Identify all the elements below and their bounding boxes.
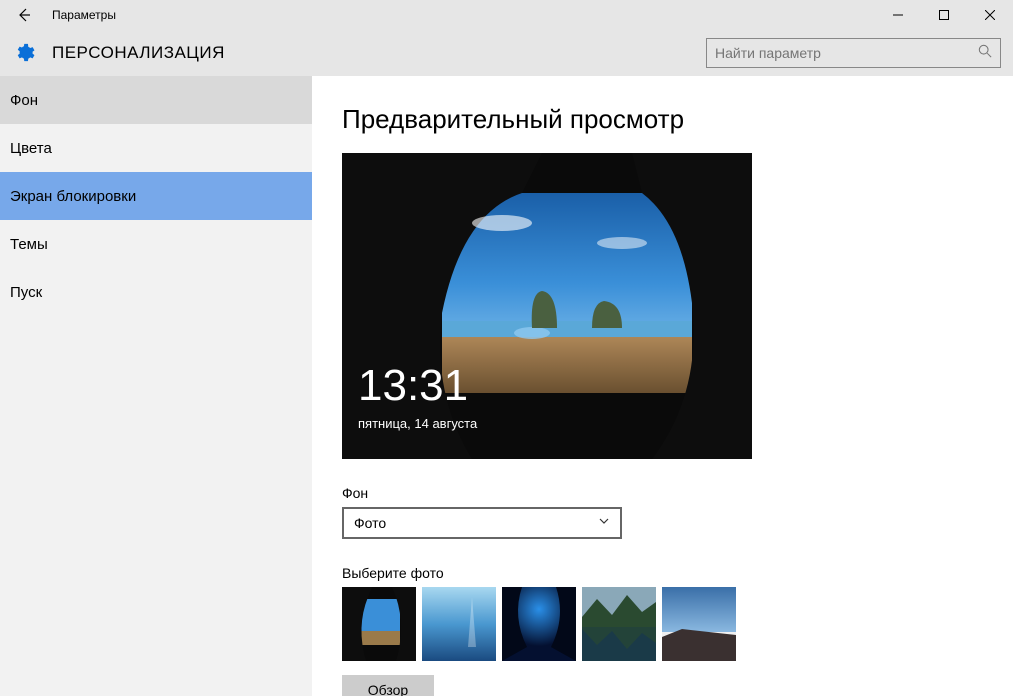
sidebar: Фон Цвета Экран блокировки Темы Пуск (0, 76, 312, 696)
sidebar-item-colors[interactable]: Цвета (0, 124, 312, 172)
page-heading: ПЕРСОНАЛИЗАЦИЯ (52, 43, 225, 63)
sidebar-item-label: Фон (10, 92, 38, 109)
content: Предварительный просмотр 13:31 (312, 76, 1013, 696)
choose-photo-label: Выберите фото (342, 565, 1013, 581)
window-controls (875, 0, 1013, 30)
minimize-icon (893, 10, 903, 20)
chevron-down-icon (598, 514, 610, 532)
sidebar-item-start[interactable]: Пуск (0, 268, 312, 316)
photo-thumb-5[interactable] (662, 587, 736, 661)
gear-icon (12, 41, 36, 65)
sidebar-item-background[interactable]: Фон (0, 76, 312, 124)
sidebar-item-label: Темы (10, 236, 48, 253)
photo-thumbnails (342, 587, 1013, 661)
preview-image (342, 153, 752, 459)
photo-thumb-3[interactable] (502, 587, 576, 661)
photo-thumb-1[interactable] (342, 587, 416, 661)
search-input[interactable] (715, 45, 978, 61)
background-select[interactable]: Фото (342, 507, 622, 539)
browse-button[interactable]: Обзор (342, 675, 434, 696)
sidebar-item-lock-screen[interactable]: Экран блокировки (0, 172, 312, 220)
close-button[interactable] (967, 0, 1013, 30)
photo-thumb-2[interactable] (422, 587, 496, 661)
minimize-button[interactable] (875, 0, 921, 30)
preview-title: Предварительный просмотр (342, 104, 1013, 135)
titlebar: Параметры (0, 0, 1013, 30)
background-label: Фон (342, 485, 1013, 501)
maximize-icon (939, 10, 949, 20)
window-title: Параметры (52, 8, 116, 22)
lock-screen-preview: 13:31 пятница, 14 августа (342, 153, 752, 459)
search-box[interactable] (706, 38, 1001, 68)
lock-time: 13:31 (358, 361, 468, 411)
maximize-button[interactable] (921, 0, 967, 30)
close-icon (985, 10, 995, 20)
photo-thumb-4[interactable] (582, 587, 656, 661)
sidebar-item-themes[interactable]: Темы (0, 220, 312, 268)
sidebar-item-label: Экран блокировки (10, 188, 136, 205)
background-value: Фото (354, 515, 598, 531)
sidebar-item-label: Цвета (10, 140, 52, 157)
sidebar-item-label: Пуск (10, 284, 42, 301)
back-button[interactable] (8, 0, 40, 30)
lock-date: пятница, 14 августа (358, 416, 477, 431)
arrow-left-icon (16, 7, 32, 23)
search-icon (978, 44, 992, 63)
header: ПЕРСОНАЛИЗАЦИЯ (0, 30, 1013, 76)
body: Фон Цвета Экран блокировки Темы Пуск Пре… (0, 76, 1013, 696)
